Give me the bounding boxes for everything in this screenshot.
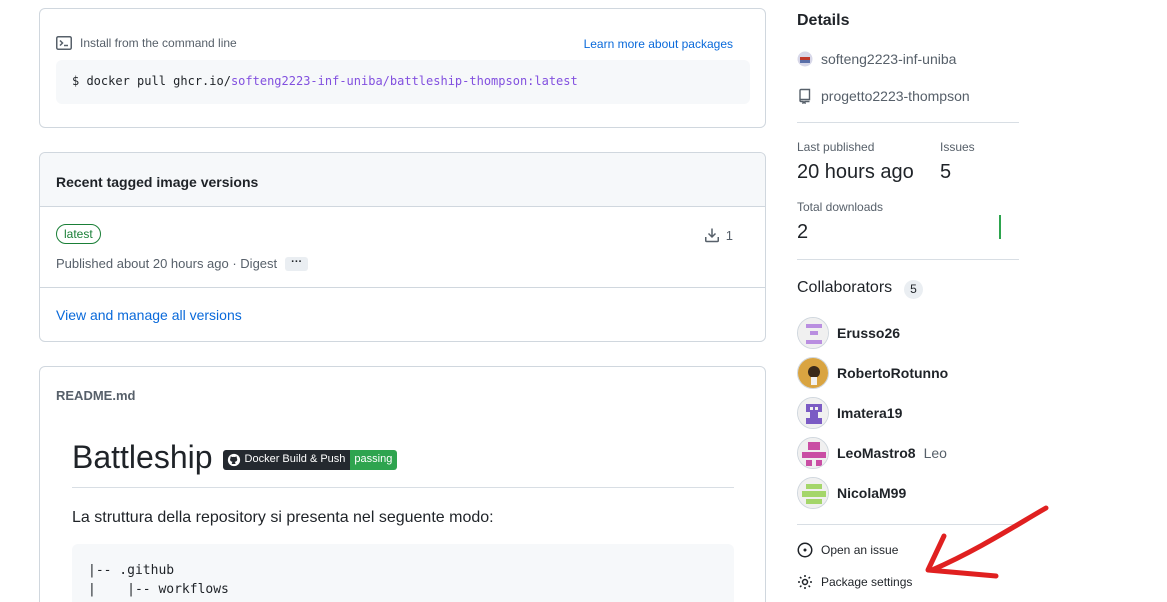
readme-code-block: |-- .github | |-- workflows: [72, 544, 734, 602]
total-downloads-value: 2: [797, 221, 809, 243]
last-published-value: 20 hours ago: [797, 161, 914, 183]
versions-panel: Recent tagged image versions latest Publ…: [39, 152, 766, 342]
download-count: 1: [725, 227, 733, 243]
sidebar-divider: [797, 122, 1019, 123]
avatar: [797, 437, 829, 469]
github-icon: [227, 453, 240, 466]
avatar: [797, 317, 829, 349]
collaborator-login: Erusso26: [837, 325, 901, 341]
issues-label: Issues: [940, 140, 975, 154]
repo-icon: [799, 88, 811, 104]
published-text: Published about 20 hours ago · Digest: [56, 256, 278, 271]
details-heading: Details: [797, 12, 850, 29]
readme-intro: La struttura della repository si present…: [72, 509, 494, 526]
versions-title: Recent tagged image versions: [40, 153, 765, 207]
readme-title: Battleship Docker Build & Push passing: [72, 439, 398, 476]
org-name: softeng2223-inf-uniba: [821, 51, 957, 67]
gear-icon: [798, 575, 812, 589]
open-issue-label: Open an issue: [821, 543, 899, 557]
total-downloads-label: Total downloads: [797, 200, 884, 214]
published-info: Published about 20 hours ago · Digest ··…: [56, 256, 309, 271]
repo-name: progetto2223-thompson: [821, 88, 970, 104]
sidebar-divider: [797, 259, 1019, 260]
readme-title-text: Battleship: [72, 439, 213, 475]
package-settings-label: Package settings: [821, 575, 913, 589]
collaborator-fullname: Leo: [923, 445, 947, 461]
annotation-arrow-icon: [925, 505, 1049, 579]
learn-more-link[interactable]: Learn more about packages: [584, 37, 733, 51]
heading-divider: [72, 487, 734, 488]
digest-expand-button[interactable]: ···: [285, 256, 309, 271]
collaborators-count: 5: [904, 280, 923, 299]
org-link[interactable]: softeng2223-inf-uniba: [797, 51, 956, 67]
version-downloads: 1: [704, 227, 733, 243]
install-panel: Install from the command line Learn more…: [39, 8, 766, 128]
readme-filename: README.md: [56, 388, 136, 403]
issues-value: 5: [940, 161, 952, 183]
install-header: Install from the command line: [56, 35, 237, 51]
readme-panel: README.md Battleship Docker Build & Push…: [39, 366, 766, 602]
issue-opened-icon: [797, 542, 813, 558]
avatar: [797, 397, 829, 429]
download-icon: [704, 228, 719, 243]
collaborator-item[interactable]: NicolaM99: [797, 477, 906, 509]
collaborators-heading: Collaborators: [797, 279, 893, 296]
collaborator-login: LeoMastro8: [837, 445, 916, 461]
version-row: latest Published about 20 hours ago · Di…: [40, 207, 765, 288]
repo-link[interactable]: progetto2223-thompson: [797, 88, 970, 104]
command-prefix: $ docker pull ghcr.io/: [72, 74, 231, 88]
collaborator-login: NicolaM99: [837, 485, 907, 501]
collaborator-item[interactable]: LeoMastro8 Leo: [797, 437, 947, 469]
badge-status-text: passing: [350, 449, 398, 470]
tag-latest-label[interactable]: latest: [56, 224, 101, 244]
open-issue-link[interactable]: Open an issue: [797, 542, 898, 558]
badge-left-text: Docker Build & Push: [244, 452, 346, 465]
docker-pull-command[interactable]: $ docker pull ghcr.io/softeng2223-inf-un…: [56, 60, 750, 104]
collaborator-login: Imatera19: [837, 405, 903, 421]
badge-workflow: Docker Build & Push: [222, 449, 351, 470]
view-all-versions-link[interactable]: View and manage all versions: [56, 307, 242, 323]
collaborator-item[interactable]: RobertoRotunno: [797, 357, 948, 389]
org-avatar-icon: [797, 51, 813, 67]
avatar: [797, 477, 829, 509]
build-status-badge[interactable]: Docker Build & Push passing: [222, 449, 398, 470]
avatar: [797, 357, 829, 389]
collaborator-login: RobertoRotunno: [837, 365, 949, 381]
collaborator-item[interactable]: Erusso26: [797, 317, 900, 349]
package-settings-link[interactable]: Package settings: [797, 574, 912, 590]
terminal-icon: [56, 36, 72, 50]
collaborator-item[interactable]: Imatera19: [797, 397, 902, 429]
last-published-label: Last published: [797, 140, 875, 154]
downloads-graph-bar: [999, 215, 1001, 239]
install-label: Install from the command line: [80, 36, 237, 50]
command-repo: softeng2223-inf-uniba/battleship-thompso…: [230, 74, 578, 88]
